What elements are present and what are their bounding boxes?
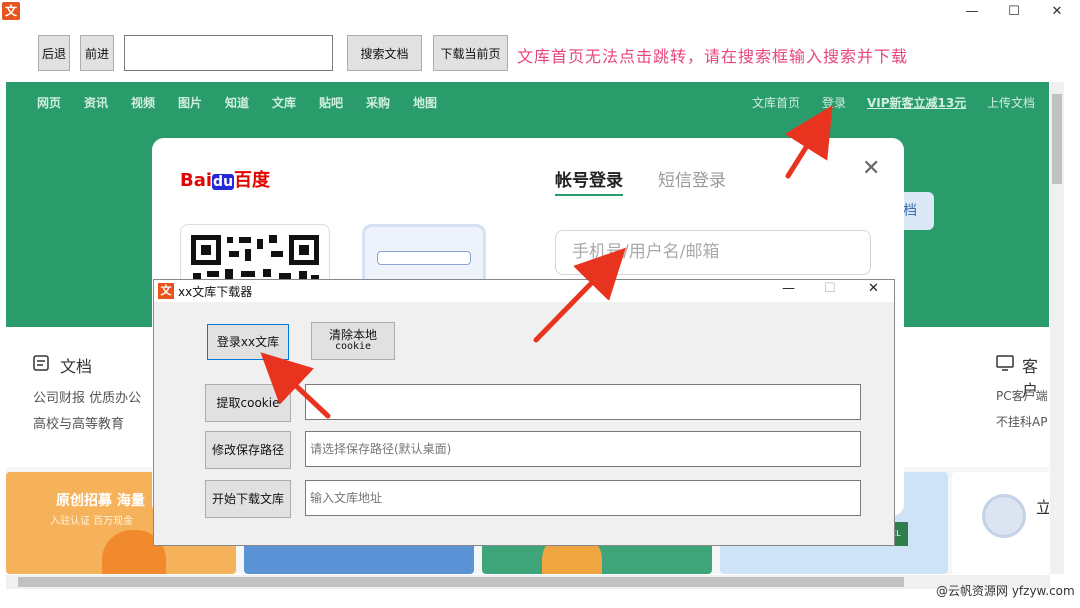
baidu-logo: Baidu百度	[180, 170, 271, 191]
app-logo-icon: 文	[2, 2, 20, 20]
docs-section-links[interactable]: 公司财报 优质办公	[33, 387, 141, 406]
docs-section-links-2[interactable]: 高校与高等教育	[33, 413, 124, 432]
dialog-title: xx文库下载器	[178, 285, 253, 299]
nav-map[interactable]: 地图	[413, 94, 437, 111]
minimize-button[interactable]: —	[957, 2, 987, 22]
dialog-app-icon: 文	[158, 283, 174, 299]
nav-upload[interactable]: 上传文档	[987, 94, 1035, 111]
login-wenku-button[interactable]: 登录xx文库	[207, 324, 289, 360]
banner-recruit-title: 原创招募 海量	[56, 493, 145, 509]
user-card[interactable]: 立	[952, 472, 1049, 574]
search-docs-button[interactable]: 搜索文档	[347, 35, 422, 71]
vertical-scroll-thumb[interactable]	[1052, 94, 1062, 184]
banner-recruit-sub: 入驻认证 百万现金	[50, 516, 134, 527]
tab-active-indicator	[555, 194, 623, 196]
change-path-button[interactable]: 修改保存路径	[205, 431, 291, 469]
forward-button[interactable]: 前进	[80, 35, 114, 71]
vertical-scrollbar[interactable]	[1050, 82, 1064, 574]
nav-zhidao[interactable]: 知道	[225, 94, 249, 111]
dialog-titlebar[interactable]: 文 xx文库下载器 — ☐ ✕	[154, 280, 894, 302]
avatar	[982, 494, 1026, 538]
dialog-close-button[interactable]: ✕	[868, 281, 879, 296]
client-pc[interactable]: PC客户端	[996, 387, 1048, 404]
cookie-field[interactable]	[305, 384, 861, 420]
watermark: @云帆资源网 yfzyw.com	[936, 584, 1075, 598]
document-icon	[33, 355, 49, 371]
tab-account-login[interactable]: 帐号登录	[555, 166, 623, 191]
download-page-button[interactable]: 下载当前页	[433, 35, 508, 71]
user-card-text: 立	[1036, 498, 1049, 517]
close-button[interactable]: ✕	[1042, 2, 1072, 22]
nav-vip-promo[interactable]: VIP新客立减13元	[867, 94, 966, 111]
tab-sms-login[interactable]: 短信登录	[658, 166, 726, 191]
client-icon	[996, 355, 1014, 371]
wenku-url-field[interactable]: 输入文库地址	[305, 480, 861, 516]
modal-close-icon[interactable]: ✕	[862, 156, 880, 181]
nav-tieba[interactable]: 贴吧	[319, 94, 343, 111]
start-download-button[interactable]: 开始下载文库	[205, 480, 291, 518]
nav-wenku[interactable]: 文库	[272, 94, 296, 111]
client-app[interactable]: 不挂科AP	[996, 413, 1047, 430]
nav-images[interactable]: 图片	[178, 94, 202, 111]
extract-cookie-button[interactable]: 提取cookie	[205, 384, 291, 422]
maximize-button[interactable]: ☐	[999, 2, 1029, 22]
save-path-field[interactable]: 请选择保存路径(默认桌面)	[305, 431, 861, 467]
notice-text: 文库首页无法点击跳转，请在搜索框输入搜索并下载	[517, 47, 909, 66]
nav-wenku-home[interactable]: 文库首页	[752, 94, 800, 111]
back-button[interactable]: 后退	[38, 35, 70, 71]
username-input[interactable]: 手机号/用户名/邮箱	[555, 230, 871, 275]
dialog-minimize-button[interactable]: —	[782, 281, 795, 296]
clear-cookie-button[interactable]: 清除本地 cookie	[311, 322, 395, 360]
nav-web[interactable]: 网页	[37, 94, 61, 111]
nav-login-link[interactable]: 登录	[822, 94, 846, 111]
dialog-maximize-button: ☐	[824, 281, 836, 296]
nav-news[interactable]: 资讯	[84, 94, 108, 111]
url-input[interactable]	[124, 35, 333, 71]
docs-section-title: 文档	[60, 357, 93, 376]
horizontal-scrollbar[interactable]	[6, 575, 1050, 589]
downloader-dialog: 文 xx文库下载器 — ☐ ✕ 登录xx文库 清除本地 cookie 提取coo…	[153, 279, 895, 546]
nav-video[interactable]: 视频	[131, 94, 155, 111]
nav-caigou[interactable]: 采购	[366, 94, 390, 111]
horizontal-scroll-thumb[interactable]	[18, 577, 904, 587]
